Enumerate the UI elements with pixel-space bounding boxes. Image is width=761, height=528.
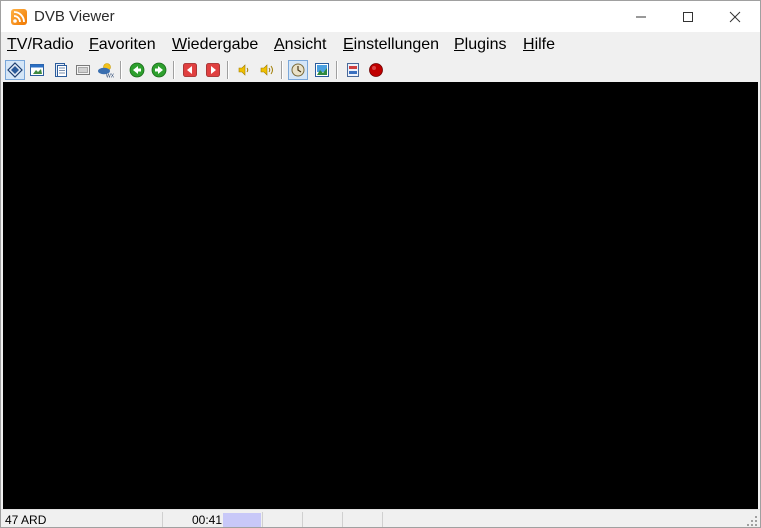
status-panel — [382, 512, 760, 527]
minimize-button[interactable] — [618, 1, 664, 32]
volume-down-icon — [238, 64, 249, 76]
menu-accel: E — [343, 36, 354, 53]
status-panel — [262, 512, 302, 527]
timeshift-button[interactable] — [288, 60, 308, 80]
menu-accel: T — [7, 36, 17, 53]
menu-bar: TV/Radio Favoriten Wiedergabe Ansicht Ei… — [1, 32, 760, 58]
close-icon — [729, 11, 741, 22]
minimize-icon — [636, 16, 646, 17]
toolbar-separator — [173, 61, 175, 79]
menu-favoriten[interactable]: Favoriten — [89, 36, 156, 54]
picture-window-icon — [30, 64, 44, 76]
toolbar-separator — [336, 61, 338, 79]
channel-down-button[interactable] — [180, 60, 200, 80]
rss-feed-icon — [11, 9, 27, 25]
app-window: DVB Viewer TV/Radio Favoriten Wiedergabe… — [0, 0, 761, 528]
osd-icon — [76, 65, 90, 75]
back-button[interactable] — [127, 60, 147, 80]
status-progress — [223, 513, 261, 527]
status-channel: 47 ARD — [5, 513, 47, 527]
menu-label: nsicht — [284, 36, 327, 53]
forward-icon — [151, 62, 167, 78]
status-panel — [302, 512, 342, 527]
maximize-icon — [683, 11, 693, 22]
volume-up-button[interactable] — [257, 60, 277, 80]
menu-label: avoriten — [98, 36, 156, 53]
menu-label: lugins — [464, 36, 507, 53]
menu-plugins[interactable]: Plugins — [454, 36, 506, 54]
menu-label: ilfe — [534, 36, 556, 53]
menu-hilfe[interactable]: Hilfe — [523, 36, 555, 54]
snapshot-icon — [315, 63, 329, 77]
menu-accel: W — [172, 36, 188, 53]
record-icon — [369, 63, 383, 77]
weather-icon: WX — [98, 63, 115, 79]
channel-list-button[interactable] — [5, 60, 25, 80]
title-bar[interactable]: DVB Viewer — [1, 1, 760, 32]
osd-button[interactable] — [73, 60, 93, 80]
menu-tv-radio[interactable]: TV/Radio — [7, 36, 74, 54]
menu-accel: F — [89, 36, 99, 53]
toolbar-separator — [120, 61, 122, 79]
volume-up-icon — [260, 64, 273, 76]
menu-ansicht[interactable]: Ansicht — [274, 36, 326, 54]
channel-up-icon — [206, 63, 220, 77]
timeshift-icon — [291, 63, 305, 77]
toolbar-separator — [281, 61, 283, 79]
recorder-button[interactable] — [343, 60, 363, 80]
volume-down-button[interactable] — [234, 60, 254, 80]
menu-wiedergabe[interactable]: Wiedergabe — [172, 36, 258, 54]
record-button[interactable] — [366, 60, 386, 80]
picture-window-button[interactable] — [27, 60, 47, 80]
weather-button[interactable]: WX — [96, 60, 116, 80]
menu-accel: P — [454, 36, 465, 53]
menu-label: V/Radio — [16, 36, 74, 53]
channel-up-button[interactable] — [203, 60, 223, 80]
menu-accel: A — [274, 36, 285, 53]
close-button[interactable] — [712, 1, 758, 32]
toolbar: WX — [1, 58, 760, 82]
menu-label: instellungen — [353, 36, 440, 53]
teletext-button[interactable] — [50, 60, 70, 80]
recorder-icon — [347, 63, 359, 77]
video-display[interactable] — [3, 82, 758, 509]
window-title: DVB Viewer — [34, 8, 115, 25]
back-icon — [129, 62, 145, 78]
resize-grip-icon[interactable] — [746, 515, 758, 527]
status-bar: 47 ARD 00:41:59 — [1, 509, 760, 527]
svg-text:WX: WX — [106, 74, 115, 79]
snapshot-button[interactable] — [312, 60, 332, 80]
teletext-icon — [55, 63, 67, 77]
maximize-button[interactable] — [665, 1, 711, 32]
menu-einstellungen[interactable]: Einstellungen — [343, 36, 439, 54]
channel-list-icon — [7, 62, 23, 78]
forward-button[interactable] — [149, 60, 169, 80]
status-panel — [342, 512, 382, 527]
menu-accel: H — [523, 36, 535, 53]
status-time-panel: 00:41:59 — [162, 512, 262, 527]
menu-label: iedergabe — [187, 36, 259, 53]
channel-down-icon — [183, 63, 197, 77]
toolbar-separator — [227, 61, 229, 79]
